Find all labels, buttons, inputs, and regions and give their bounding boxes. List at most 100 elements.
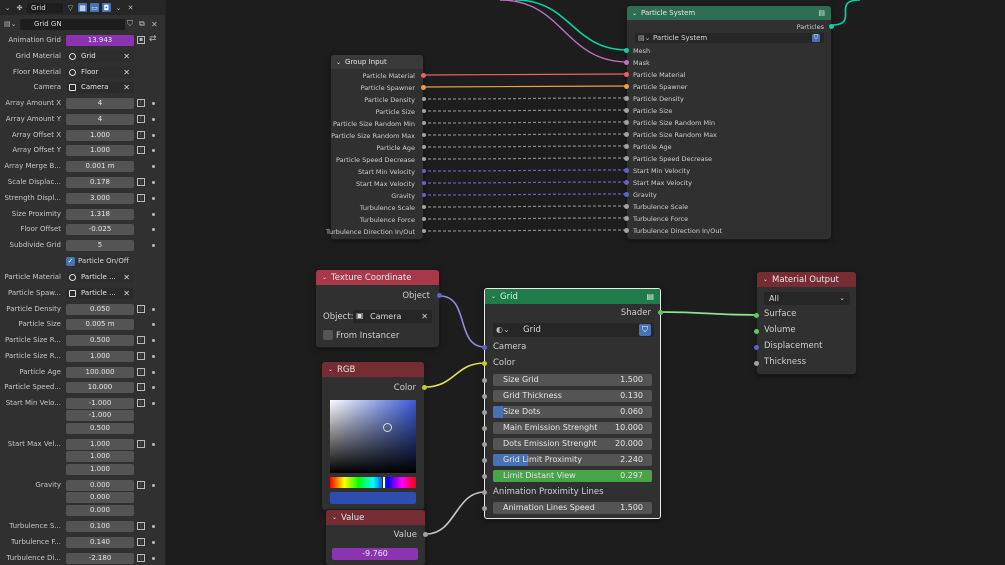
particle-system-input-socket[interactable]: [624, 192, 629, 197]
texture-coordinate-header[interactable]: ⌄ Texture Coordinate: [316, 270, 439, 285]
grid-slider[interactable]: Dots Emission Strenght 20.000: [493, 438, 652, 450]
collapse-icon[interactable]: ⌄: [3, 3, 12, 12]
property-field[interactable]: -1.000: [66, 410, 134, 421]
particle-system-input-socket[interactable]: [624, 132, 629, 137]
keyframe-dot-icon[interactable]: [152, 484, 155, 487]
property-field[interactable]: 0.178: [66, 177, 134, 188]
particle-system-input-socket[interactable]: [624, 108, 629, 113]
particle-system-input-socket[interactable]: [624, 180, 629, 185]
particle-system-input-socket[interactable]: [624, 48, 629, 53]
group-input-socket[interactable]: [422, 193, 426, 197]
keyframe-dot-icon[interactable]: [152, 118, 155, 121]
color-picker-cursor[interactable]: [383, 423, 392, 432]
attribute-toggle-icon[interactable]: ⋮: [137, 352, 145, 360]
modifier-title[interactable]: Grid: [27, 2, 63, 13]
particle-system-input-socket[interactable]: [624, 120, 629, 125]
particle-system-input-socket[interactable]: [624, 72, 629, 77]
group-input-socket[interactable]: [422, 109, 426, 113]
particle-system-node[interactable]: ⌄ Particle System ▤ Particles ▤⌄ Particle …: [624, 6, 834, 239]
attribute-toggle-icon[interactable]: ⋮: [137, 131, 145, 139]
keyframe-dot-icon[interactable]: [152, 197, 155, 200]
property-field[interactable]: 0.005 m: [66, 319, 134, 330]
grid-slider[interactable]: Size Dots 0.060: [493, 406, 652, 418]
particle-system-input-socket[interactable]: [624, 84, 629, 89]
close-icon[interactable]: ✕: [123, 288, 130, 299]
color-swatch[interactable]: [330, 492, 416, 504]
close-icon[interactable]: ✕: [126, 3, 135, 12]
swap-icon[interactable]: ⇄: [149, 34, 157, 44]
node-group-name[interactable]: Grid GN: [20, 18, 125, 30]
attribute-toggle-icon[interactable]: ⋮: [137, 336, 145, 344]
grid-input-socket[interactable]: [482, 442, 487, 447]
viewport-icon[interactable]: ▭: [90, 3, 99, 12]
group-input-socket[interactable]: [422, 217, 426, 221]
property-field[interactable]: 100.000: [66, 367, 134, 378]
property-field[interactable]: 4: [66, 98, 134, 109]
funnel-icon[interactable]: ▽: [66, 3, 75, 12]
property-field[interactable]: 0.140: [66, 537, 134, 548]
keyframe-dot-icon[interactable]: [152, 525, 155, 528]
property-field[interactable]: Floor ✕: [66, 67, 134, 78]
node-group-selector[interactable]: ◐⌄ Grid ⛉: [493, 323, 654, 337]
value-node[interactable]: ⌄ Value Value -9.760: [326, 510, 428, 565]
property-field[interactable]: 0.000: [66, 480, 134, 491]
target-dropdown[interactable]: All ⌄: [764, 292, 850, 305]
grid-slider[interactable]: Grid Limit Proximity 2.240: [493, 454, 652, 466]
property-field[interactable]: 0.000: [66, 505, 134, 516]
particle-system-input-socket[interactable]: [624, 156, 629, 161]
keyframe-dot-icon[interactable]: [152, 355, 155, 358]
object-field[interactable]: ▣ Camera ✕: [353, 310, 432, 323]
keyframe-dot-icon[interactable]: [152, 213, 155, 216]
keyframe-dot-icon[interactable]: [152, 386, 155, 389]
attribute-toggle-icon[interactable]: ⋮: [137, 305, 145, 313]
property-field[interactable]: Particle ... ✕: [66, 272, 134, 283]
group-input-socket[interactable]: [422, 181, 426, 185]
color-picker-field[interactable]: [330, 400, 416, 473]
particle-system-input-socket[interactable]: [624, 144, 629, 149]
unlink-icon[interactable]: ✕: [151, 20, 161, 29]
particles-output-socket[interactable]: [829, 24, 834, 29]
attribute-toggle-icon[interactable]: ⋮: [137, 481, 145, 489]
grid-shader-node[interactable]: ⌄ Grid ▤ Shader ◐⌄ Grid ⛉ Camera Color Ani…: [482, 288, 663, 519]
value-output-socket[interactable]: [423, 532, 428, 537]
grid-input-socket[interactable]: [482, 410, 487, 415]
group-input-header[interactable]: ⌄ Group Input: [331, 55, 423, 69]
group-input-socket[interactable]: [422, 145, 426, 149]
keyframe-dot-icon[interactable]: [152, 541, 155, 544]
rgb-node[interactable]: ⌄ RGB Color: [322, 362, 427, 510]
property-field[interactable]: 1.000: [66, 351, 134, 362]
attribute-toggle-icon[interactable]: ⋮: [137, 146, 145, 154]
particle-system-header[interactable]: ⌄ Particle System ▤: [627, 6, 831, 20]
close-icon[interactable]: ✕: [123, 51, 130, 62]
material-output-socket[interactable]: [754, 361, 759, 366]
property-field[interactable]: 1.000: [66, 145, 134, 156]
group-input-node[interactable]: ⌄ Group Input Particle Material Particle S…: [326, 55, 426, 239]
material-output-node[interactable]: ⌄ Material Output All ⌄ Surface Volume Disp…: [754, 272, 856, 374]
value-field[interactable]: -9.760: [332, 548, 418, 560]
group-input-socket[interactable]: [422, 97, 426, 101]
keyframe-dot-icon[interactable]: [152, 244, 155, 247]
group-input-socket[interactable]: [422, 133, 426, 137]
property-field[interactable]: -1.000: [66, 398, 134, 409]
grid-slider[interactable]: Main Emission Strenght 10.000: [493, 422, 652, 434]
material-output-header[interactable]: ⌄ Material Output: [757, 272, 856, 287]
property-field[interactable]: 0.001 m: [66, 161, 134, 172]
grid-input-socket[interactable]: [482, 426, 487, 431]
group-input-socket[interactable]: [422, 229, 426, 233]
grid-input-socket[interactable]: [482, 458, 487, 463]
duplicate-icon[interactable]: ⧉: [139, 19, 149, 29]
attribute-toggle-icon[interactable]: ⋮: [137, 178, 145, 186]
camera-input-socket[interactable]: [482, 345, 487, 350]
object-output-socket[interactable]: [437, 293, 442, 298]
group-input-socket[interactable]: [421, 85, 426, 90]
property-field[interactable]: 1.000: [66, 464, 134, 475]
group-input-socket[interactable]: [422, 121, 426, 125]
attribute-toggle-icon[interactable]: ⋮: [137, 440, 145, 448]
close-icon[interactable]: ✕: [123, 82, 130, 93]
keyframe-dot-icon[interactable]: [152, 134, 155, 137]
property-field[interactable]: Particle ... ✕: [66, 288, 134, 299]
attribute-toggle-icon[interactable]: ⋮: [137, 399, 145, 407]
material-output-socket[interactable]: [754, 313, 759, 318]
property-field[interactable]: 0.000: [66, 492, 134, 503]
attribute-toggle-icon[interactable]: ⋮: [137, 368, 145, 376]
